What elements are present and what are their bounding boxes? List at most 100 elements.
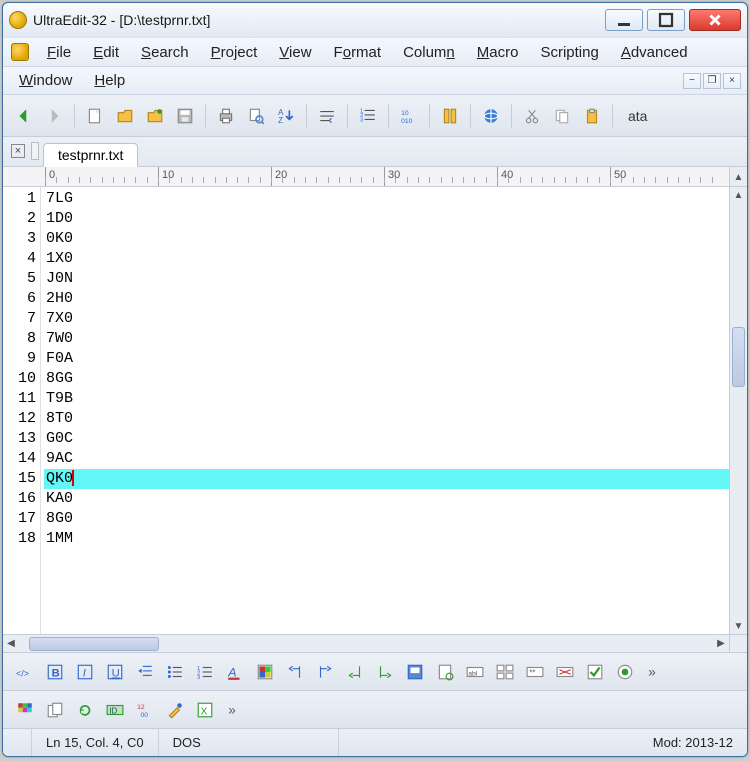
numbered-list-button[interactable]: 123 xyxy=(193,660,217,684)
editor-line[interactable]: G0C xyxy=(44,429,729,449)
save-button[interactable] xyxy=(172,103,198,129)
menu-edit[interactable]: Edit xyxy=(83,40,129,65)
save-page-button[interactable] xyxy=(403,660,427,684)
document-tab[interactable]: testprnr.txt xyxy=(43,143,138,167)
outdent-button[interactable] xyxy=(133,660,157,684)
editor-line[interactable]: 7X0 xyxy=(44,309,729,329)
excel-export-button[interactable]: X xyxy=(193,698,217,722)
font-style-button[interactable]: A xyxy=(223,660,247,684)
back-button[interactable] xyxy=(11,103,37,129)
editor-line[interactable]: 8G0 xyxy=(44,509,729,529)
refresh-button[interactable] xyxy=(73,698,97,722)
new-file-button[interactable] xyxy=(82,103,108,129)
editor-line[interactable]: QK0 xyxy=(44,469,729,489)
mdi-restore-button[interactable]: ❐ xyxy=(703,73,721,89)
editor-line[interactable]: 8T0 xyxy=(44,409,729,429)
comment-in-button[interactable] xyxy=(343,660,367,684)
editor-line[interactable]: 7W0 xyxy=(44,329,729,349)
editor-content[interactable]: 7LG1D00K01X0J0N2H07X07W0F0A8GGT9B8T0G0C9… xyxy=(41,187,729,634)
checkbox-button[interactable] xyxy=(583,660,607,684)
print-preview-button[interactable] xyxy=(243,103,269,129)
editor-line[interactable]: 1D0 xyxy=(44,209,729,229)
menu-project[interactable]: Project xyxy=(201,40,268,65)
close-all-tabs-button[interactable]: × xyxy=(11,144,25,158)
comment-out-button[interactable] xyxy=(373,660,397,684)
scroll-down-icon[interactable]: ▼ xyxy=(730,618,747,634)
html-button[interactable]: </> xyxy=(13,660,37,684)
font-color-button[interactable] xyxy=(253,660,277,684)
editor-line[interactable]: 8GG xyxy=(44,369,729,389)
editor-line[interactable]: 9AC xyxy=(44,449,729,469)
editor-line[interactable]: J0N xyxy=(44,269,729,289)
menu-help[interactable]: Help xyxy=(84,68,135,93)
mdi-close-button[interactable]: × xyxy=(723,73,741,89)
password-button[interactable]: ** xyxy=(523,660,547,684)
word-wrap-button[interactable] xyxy=(314,103,340,129)
scroll-left-icon[interactable]: ◀ xyxy=(3,638,19,649)
cut-button[interactable] xyxy=(519,103,545,129)
menu-format[interactable]: Format xyxy=(324,40,392,65)
scroll-up-icon[interactable]: ▲ xyxy=(730,187,747,203)
menu-file[interactable]: File xyxy=(37,40,81,65)
open-favorite-button[interactable] xyxy=(142,103,168,129)
app-window: UltraEdit-32 - [D:\testprnr.txt] File Ed… xyxy=(2,2,748,757)
caret-icon xyxy=(72,470,74,486)
line-numbers-button[interactable]: 123 xyxy=(355,103,381,129)
horizontal-scrollbar[interactable]: ◀ ▶ xyxy=(3,634,747,652)
web-button[interactable] xyxy=(478,103,504,129)
editor-line[interactable]: KA0 xyxy=(44,489,729,509)
cancel-form-button[interactable] xyxy=(553,660,577,684)
maximize-button[interactable] xyxy=(647,9,685,31)
indent-right-button[interactable] xyxy=(313,660,337,684)
menu-macro[interactable]: Macro xyxy=(467,40,529,65)
editor-line[interactable]: F0A xyxy=(44,349,729,369)
column-marker-button[interactable] xyxy=(437,103,463,129)
editor-line[interactable]: T9B xyxy=(44,389,729,409)
bullet-list-button[interactable] xyxy=(163,660,187,684)
editor-line[interactable]: 1X0 xyxy=(44,249,729,269)
close-button[interactable] xyxy=(689,9,741,31)
form-fields-button[interactable] xyxy=(493,660,517,684)
minimize-button[interactable] xyxy=(605,9,643,31)
bold-button[interactable]: B xyxy=(43,660,67,684)
open-file-button[interactable] xyxy=(112,103,138,129)
indent-left-button[interactable] xyxy=(283,660,307,684)
forward-button[interactable] xyxy=(41,103,67,129)
duplicate-button[interactable] xyxy=(43,698,67,722)
line-range-button[interactable]: 1200 xyxy=(133,698,157,722)
print-button[interactable] xyxy=(213,103,239,129)
menu-column[interactable]: Column xyxy=(393,40,465,65)
abl-button[interactable]: abl xyxy=(463,660,487,684)
menu-advanced[interactable]: Advanced xyxy=(611,40,698,65)
page-config-button[interactable] xyxy=(433,660,457,684)
ruler-tick: 30 xyxy=(384,167,400,187)
vertical-scrollbar[interactable]: ▲ ▼ xyxy=(729,187,747,634)
editor-line[interactable]: 0K0 xyxy=(44,229,729,249)
paste-button[interactable] xyxy=(579,103,605,129)
underline-button[interactable]: U xyxy=(103,660,127,684)
editor-line[interactable]: 2H0 xyxy=(44,289,729,309)
app-icon xyxy=(9,11,27,29)
menu-scripting[interactable]: Scripting xyxy=(530,40,608,65)
scroll-right-icon[interactable]: ▶ xyxy=(713,638,729,649)
tools-button[interactable] xyxy=(163,698,187,722)
editor-line[interactable]: 1MM xyxy=(44,529,729,549)
hscroll-thumb[interactable] xyxy=(29,637,159,651)
color-grid-button[interactable] xyxy=(13,698,37,722)
hex-mode-button[interactable]: 10010 xyxy=(396,103,422,129)
toolbar-more-button-2[interactable]: » xyxy=(223,698,247,722)
toolbar-more-button[interactable]: » xyxy=(643,660,667,684)
ruler-scroll-up[interactable]: ▲ xyxy=(729,167,747,187)
italic-button[interactable]: I xyxy=(73,660,97,684)
mdi-minimize-button[interactable]: − xyxy=(683,73,701,89)
sort-button[interactable]: AZ xyxy=(273,103,299,129)
copy-button[interactable] xyxy=(549,103,575,129)
radio-button[interactable] xyxy=(613,660,637,684)
menu-view[interactable]: View xyxy=(269,40,321,65)
menu-search[interactable]: Search xyxy=(131,40,199,65)
id-button[interactable]: ID xyxy=(103,698,127,722)
scroll-thumb[interactable] xyxy=(732,327,745,387)
editor-line[interactable]: 7LG xyxy=(44,189,729,209)
menu-window[interactable]: Window xyxy=(9,68,82,93)
tabs-scroll-handle[interactable] xyxy=(31,142,39,160)
